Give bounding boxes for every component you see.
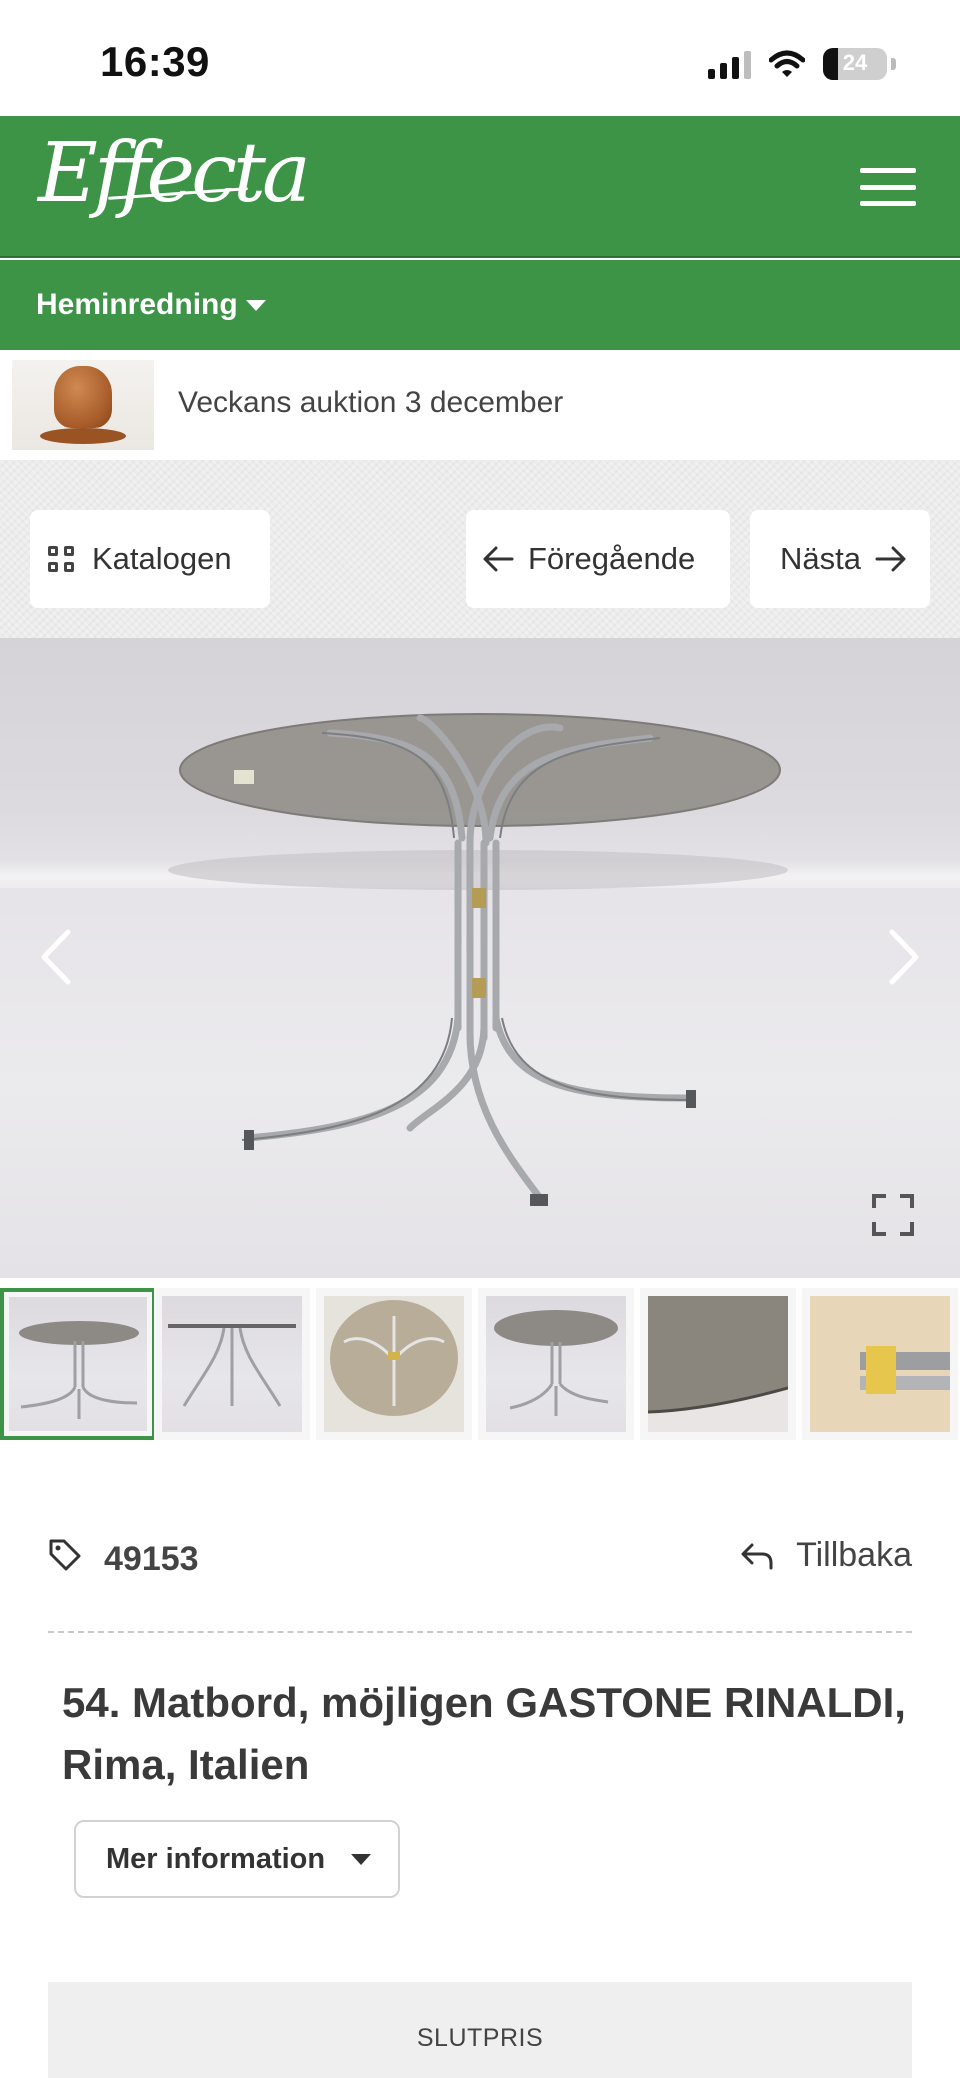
return-icon xyxy=(741,1543,773,1569)
divider xyxy=(48,1631,912,1633)
next-label: Nästa xyxy=(780,541,861,576)
category-dropdown-label[interactable]: Heminredning xyxy=(36,288,238,322)
back-link[interactable]: Tillbaka xyxy=(740,1536,912,1575)
more-info-label: Mer information xyxy=(106,1842,326,1875)
thumbnail-3[interactable] xyxy=(316,1288,472,1440)
signal-icon xyxy=(708,49,751,79)
thumbnail-6[interactable] xyxy=(802,1288,958,1440)
effecta-logo[interactable]: Effecta xyxy=(38,126,311,221)
arrow-right-icon xyxy=(875,546,906,572)
status-bar: 16:39 24 xyxy=(0,0,960,116)
next-button[interactable]: Nästa xyxy=(750,510,930,608)
category-bar[interactable]: Heminredning xyxy=(0,260,960,350)
grid-icon xyxy=(48,546,74,572)
more-info-button[interactable]: Mer information xyxy=(74,1820,400,1898)
site-header: Effecta xyxy=(0,116,960,258)
battery-nub xyxy=(891,58,896,70)
gallery-prev-icon[interactable] xyxy=(38,928,72,986)
auction-link[interactable]: Veckans auktion 3 december xyxy=(0,350,960,460)
chair-seat xyxy=(40,428,126,444)
hamburger-icon[interactable] xyxy=(860,168,916,206)
final-price-box: SLUTPRIS xyxy=(48,1982,912,2078)
lot-navigation: Katalogen Föregående Nästa xyxy=(0,460,960,638)
thumbnail-5[interactable] xyxy=(640,1288,796,1440)
gallery-next-icon[interactable] xyxy=(888,928,922,986)
chevron-down-icon xyxy=(246,300,266,311)
thumbnail-4[interactable] xyxy=(478,1288,634,1440)
catalog-label: Katalogen xyxy=(92,541,232,576)
auction-thumbnail xyxy=(12,360,154,450)
lot-info-row: 49153 Tillbaka xyxy=(48,1532,912,1588)
lot-title: 54. Matbord, möjligen GASTONE RINALDI, R… xyxy=(62,1679,906,1788)
fullscreen-icon[interactable] xyxy=(872,1194,914,1236)
arrow-left-icon xyxy=(483,546,514,572)
thumbnail-1[interactable] xyxy=(0,1288,156,1440)
final-price-label: SLUTPRIS xyxy=(416,2024,544,2052)
catalog-button[interactable]: Katalogen xyxy=(30,510,270,608)
lot-number: 49153 xyxy=(104,1540,199,1578)
status-time: 16:39 xyxy=(100,38,210,85)
main-product-image[interactable] xyxy=(0,638,960,1278)
battery-icon: 24 xyxy=(823,48,887,80)
back-label: Tillbaka xyxy=(796,1536,912,1574)
chevron-down-icon xyxy=(351,1853,372,1865)
auction-title[interactable]: Veckans auktion 3 december xyxy=(178,386,563,420)
chair-image xyxy=(54,366,112,428)
previous-label: Föregående xyxy=(528,541,696,576)
previous-button[interactable]: Föregående xyxy=(466,510,730,608)
wifi-icon xyxy=(769,50,805,77)
table-image xyxy=(168,713,788,1206)
tag-icon xyxy=(49,1539,81,1571)
thumbnail-strip xyxy=(0,1280,960,1448)
thumbnail-2[interactable] xyxy=(154,1288,310,1440)
status-icons: 24 xyxy=(708,46,896,82)
battery-percent: 24 xyxy=(842,50,868,75)
